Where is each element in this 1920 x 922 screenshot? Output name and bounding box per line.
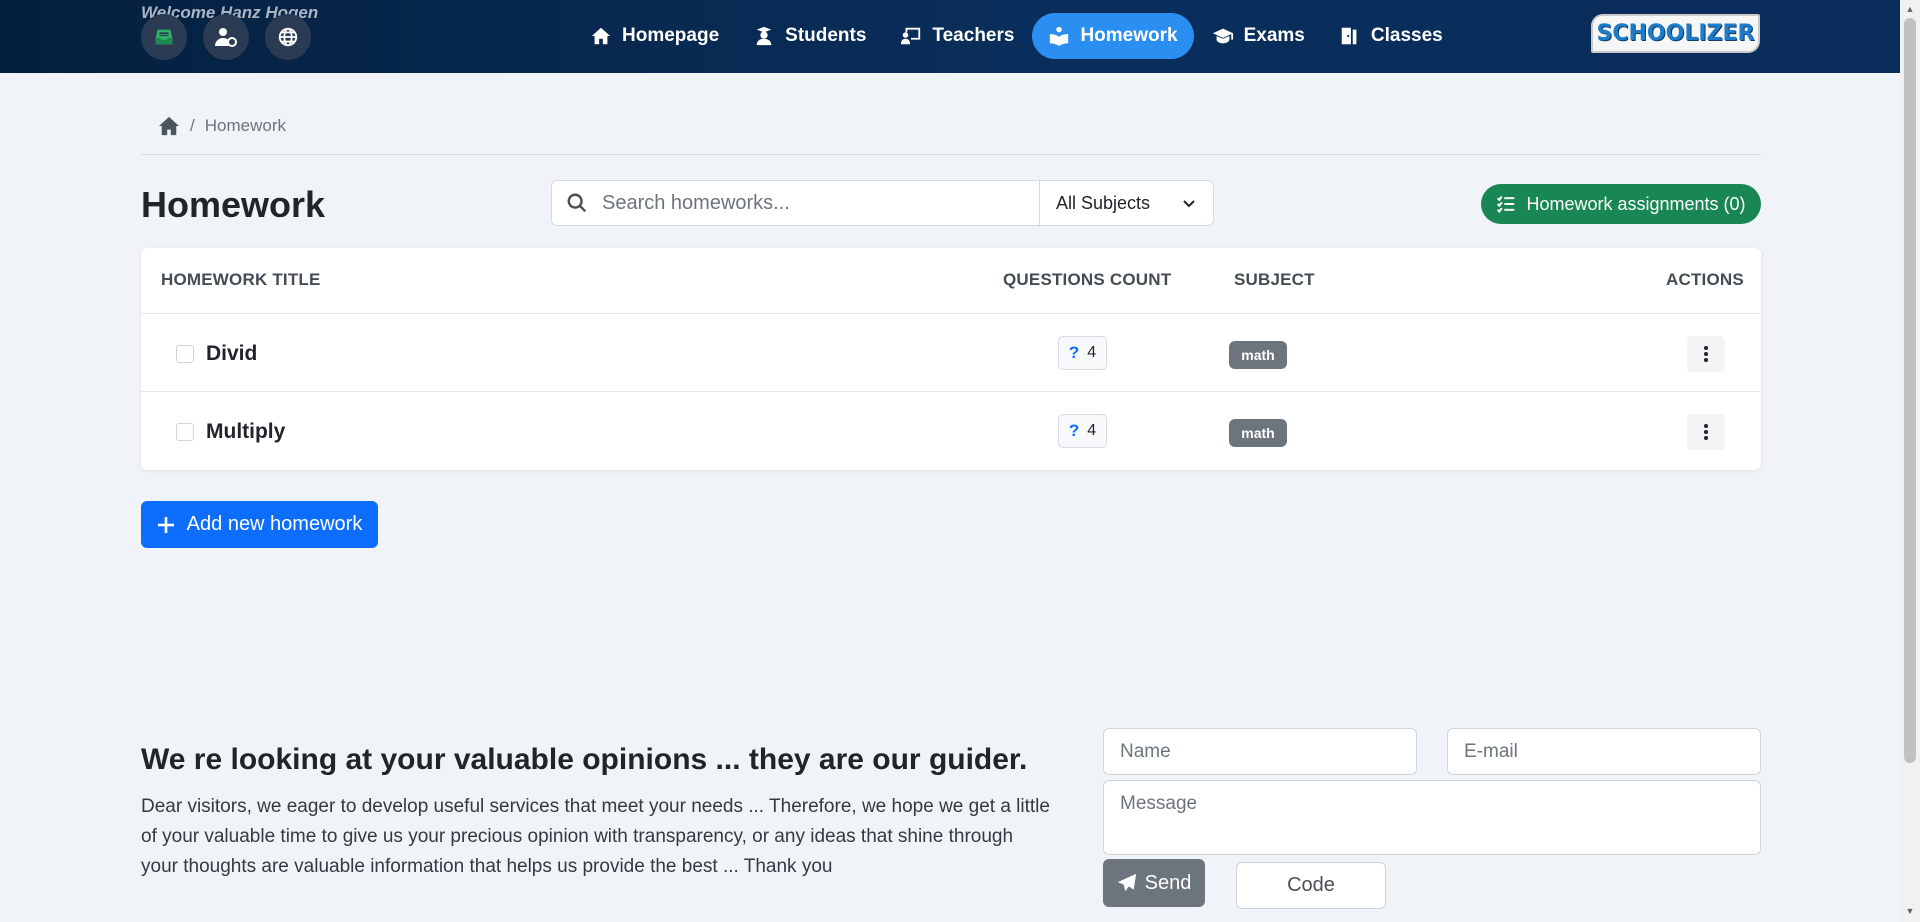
teacher-icon	[901, 27, 921, 45]
header-questions-count: QUESTIONS COUNT	[1003, 270, 1172, 289]
questions-count-badge: ? 4	[1058, 414, 1107, 448]
scrollbar-thumb[interactable]	[1904, 18, 1916, 763]
name-field[interactable]	[1103, 728, 1417, 775]
breadcrumb-separator: /	[190, 116, 195, 135]
breadcrumb-divider	[141, 154, 1761, 155]
home-icon[interactable]	[158, 116, 180, 136]
nav-label: Homework	[1080, 25, 1178, 46]
subject-badge: math	[1229, 419, 1287, 447]
user-gear-icon	[215, 28, 237, 47]
message-field[interactable]	[1103, 780, 1761, 855]
list-check-icon	[1497, 195, 1515, 214]
homework-icon	[1050, 26, 1069, 47]
chevron-down-icon	[1183, 200, 1195, 208]
breadcrumb-current: Homework	[204, 116, 286, 135]
send-button[interactable]: Send	[1103, 859, 1205, 907]
row-homework-title[interactable]: Divid	[206, 342, 257, 366]
breadcrumb: / Homework	[158, 116, 286, 136]
question-mark-icon: ?	[1068, 421, 1080, 440]
top-navbar: Welcome Hanz Hogen Homepage Students Tea…	[0, 0, 1900, 73]
send-label: Send	[1144, 871, 1192, 894]
nav-classes[interactable]: Classes	[1323, 13, 1459, 59]
subject-filter-value: All Subjects	[1056, 192, 1151, 213]
row-checkbox[interactable]	[176, 423, 194, 441]
row-checkbox[interactable]	[176, 345, 194, 363]
subject-badge: math	[1229, 341, 1287, 369]
homework-assignments-button[interactable]: Homework assignments (0)	[1481, 184, 1761, 224]
email-field[interactable]	[1447, 728, 1761, 775]
feedback-title: We re looking at your valuable opinions …	[141, 743, 1028, 776]
nav-teachers[interactable]: Teachers	[884, 13, 1030, 59]
main-nav: Homepage Students Teachers Homework Exam…	[574, 13, 1461, 59]
nav-homepage[interactable]: Homepage	[574, 13, 735, 59]
nav-label: Exams	[1243, 25, 1305, 46]
kebab-menu-icon	[1704, 424, 1708, 440]
captcha-code: Code	[1236, 862, 1386, 909]
nav-label: Students	[785, 25, 867, 46]
globe-icon	[278, 27, 298, 47]
feedback-text: Dear visitors, we eager to develop usefu…	[141, 796, 1050, 877]
plus-icon	[157, 516, 174, 533]
search-box	[551, 180, 1041, 226]
search-icon	[567, 193, 587, 213]
nav-label: Classes	[1370, 25, 1443, 46]
question-mark-icon: ?	[1068, 343, 1080, 362]
homework-table	[141, 248, 1761, 470]
user-settings-button[interactable]	[203, 14, 249, 60]
student-icon	[756, 26, 772, 46]
nav-homework[interactable]: Homework	[1032, 13, 1194, 59]
nav-label: Teachers	[932, 25, 1015, 46]
row-divider	[141, 391, 1761, 392]
schoolizer-logo[interactable]: SCHOOLIZER	[1591, 14, 1760, 53]
inbox-button[interactable]	[141, 14, 187, 60]
scroll-down-icon[interactable]: ▼	[1904, 905, 1916, 917]
header-subject: SUBJECT	[1234, 270, 1315, 289]
logo-text: SCHOOLIZER	[1596, 21, 1755, 46]
row-actions-button[interactable]	[1687, 336, 1725, 372]
graduation-cap-icon	[1212, 28, 1233, 44]
header-homework-title: HOMEWORK TITLE	[161, 270, 321, 289]
page-title: Homework	[141, 184, 326, 225]
nav-exams[interactable]: Exams	[1196, 13, 1321, 59]
door-icon	[1341, 27, 1357, 45]
home-icon	[591, 27, 611, 45]
search-input[interactable]	[602, 191, 1022, 215]
add-homework-label: Add new homework	[186, 513, 363, 535]
kebab-menu-icon	[1704, 346, 1708, 362]
questions-count-badge: ? 4	[1058, 336, 1107, 370]
row-divider	[141, 313, 1761, 314]
nav-students[interactable]: Students	[737, 13, 882, 59]
paper-plane-icon	[1117, 873, 1136, 892]
questions-count-value: 4	[1087, 422, 1097, 439]
assignments-label: Homework assignments (0)	[1526, 193, 1746, 214]
language-button[interactable]	[265, 14, 311, 60]
nav-label: Homepage	[622, 25, 720, 46]
inbox-icon	[155, 29, 173, 45]
questions-count-value: 4	[1087, 344, 1097, 361]
header-actions: ACTIONS	[1666, 270, 1744, 289]
row-homework-title[interactable]: Multiply	[206, 420, 285, 444]
scroll-up-icon[interactable]: ▲	[1904, 3, 1916, 15]
subject-filter-select[interactable]: All Subjects	[1039, 180, 1214, 226]
add-new-homework-button[interactable]: Add new homework	[141, 501, 378, 548]
row-actions-button[interactable]	[1687, 414, 1725, 450]
